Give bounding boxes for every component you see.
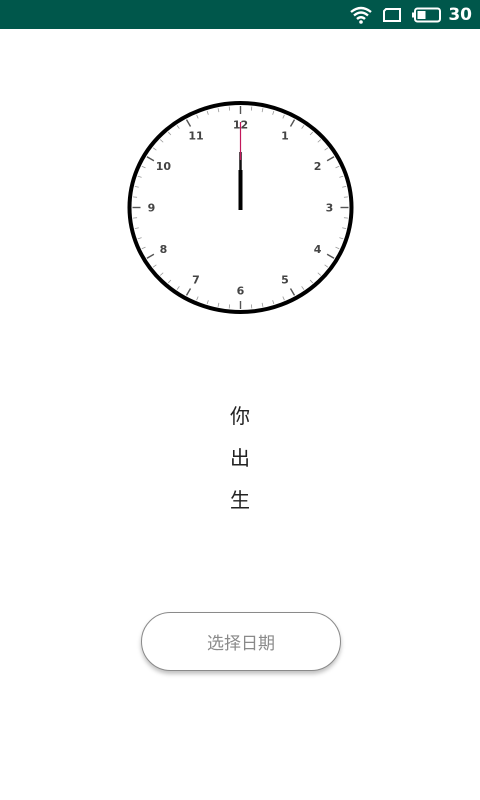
clock-number: 1 <box>281 130 289 143</box>
text-char: 生 <box>230 488 250 512</box>
clock-number: 10 <box>156 160 172 173</box>
clock-number: 3 <box>326 202 334 215</box>
battery-level: 30 <box>448 4 472 25</box>
text-char: 你 <box>230 404 250 428</box>
clock-number: 8 <box>160 243 168 256</box>
analog-clock: 121234567891011 <box>127 101 354 314</box>
text-char: 出 <box>230 446 250 470</box>
status-bar: 30 <box>0 0 480 29</box>
clock-number: 5 <box>281 273 289 286</box>
vertical-text: 你 出 生 <box>0 398 480 524</box>
battery-icon <box>412 7 442 23</box>
status-icons: 30 <box>350 0 472 29</box>
clock-number: 4 <box>314 243 322 256</box>
clock-number: 2 <box>314 160 322 173</box>
clock-number: 9 <box>148 202 156 215</box>
screen-icon <box>382 7 402 23</box>
select-date-button[interactable]: 选择日期 <box>141 612 341 671</box>
clock-number: 7 <box>192 273 200 286</box>
clock-number: 11 <box>188 130 203 143</box>
clock-number: 6 <box>237 285 245 298</box>
wifi-icon <box>350 6 373 24</box>
